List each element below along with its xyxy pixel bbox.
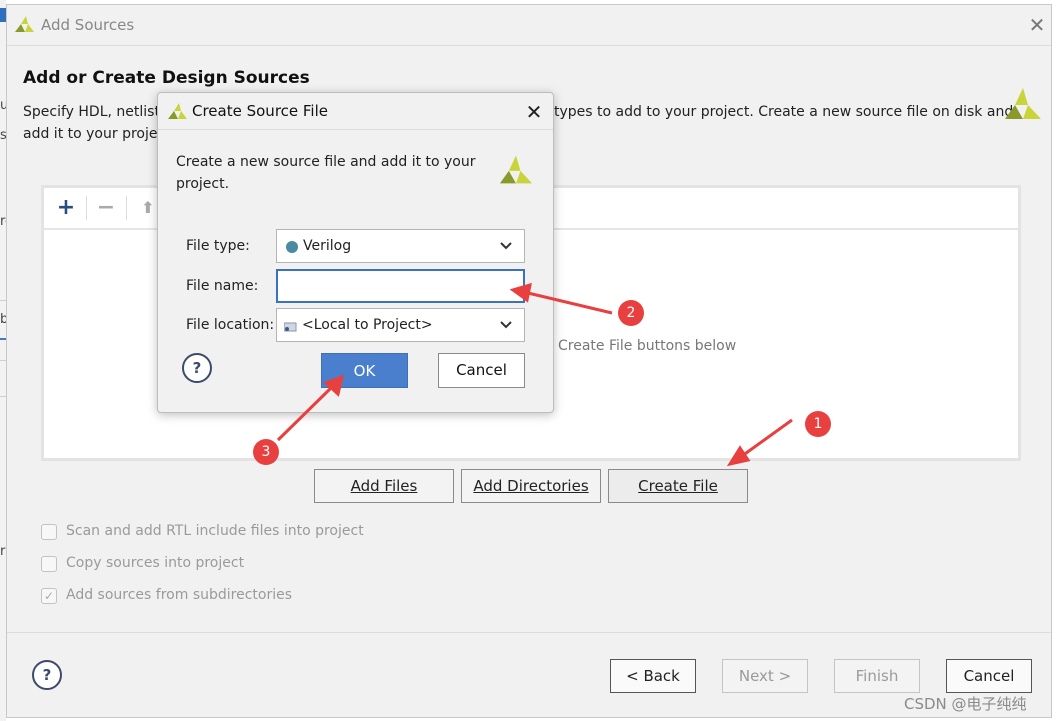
checkbox-label: Scan and add RTL include files into proj… — [66, 523, 364, 539]
finish-button-label: Finish — [855, 667, 899, 685]
toolbar-divider — [86, 196, 87, 220]
vivado-logo-icon — [499, 155, 533, 184]
window-title: Add Sources — [41, 16, 135, 34]
annotation-badge: 3 — [253, 439, 279, 465]
chevron-down-icon — [500, 242, 512, 250]
next-button[interactable]: Next > — [722, 659, 808, 693]
back-button-label: < Back — [626, 667, 680, 685]
verilog-type-icon — [286, 241, 298, 253]
title-bar: Add Sources ✕ — [7, 5, 1051, 45]
toolbar-divider — [126, 196, 127, 220]
file-name-input[interactable] — [276, 269, 525, 303]
cancel-button-label: Cancel — [963, 667, 1015, 685]
watermark: CSDN @电子纯纯 — [904, 695, 1027, 713]
cancel-button[interactable]: Cancel — [946, 659, 1032, 693]
dialog-description: Create a new source file and add it to y… — [176, 154, 476, 192]
dialog-cancel-button[interactable]: Cancel — [438, 353, 525, 388]
dialog-help-icon[interactable]: ? — [182, 353, 212, 383]
vivado-logo-icon — [168, 103, 187, 119]
folder-icon — [284, 322, 297, 332]
remove-icon[interactable]: − — [92, 194, 120, 222]
empty-list-hint: Create File buttons below — [558, 338, 737, 354]
description-text: types to add to your project. Create a n… — [554, 104, 1014, 120]
add-files-label: Add Files — [350, 477, 418, 495]
chevron-down-icon — [500, 321, 512, 329]
back-button[interactable]: < Back — [610, 659, 696, 693]
create-source-file-dialog: Create Source File ✕ Create a new source… — [157, 92, 554, 413]
file-name-label: File name: — [186, 278, 259, 294]
create-file-label: Create File — [638, 477, 718, 495]
add-directories-label: Add Directories — [473, 477, 589, 495]
page-heading: Add or Create Design Sources — [23, 68, 310, 88]
description-text: add it to your project. — [23, 126, 176, 142]
file-location-value: <Local to Project> — [302, 317, 433, 333]
next-button-label: Next > — [738, 667, 792, 685]
checkbox-label: Copy sources into project — [66, 555, 245, 571]
footer-divider — [7, 632, 1051, 633]
checkbox-label: Add sources from subdirectories — [66, 587, 293, 603]
finish-button[interactable]: Finish — [834, 659, 920, 693]
vivado-logo-icon — [15, 16, 34, 32]
file-location-label: File location: — [186, 317, 275, 333]
dialog-title: Create Source File — [192, 102, 328, 120]
add-icon[interactable]: + — [52, 194, 80, 222]
add-directories-button[interactable]: Add Directories — [461, 469, 601, 503]
window-close-icon[interactable]: ✕ — [1023, 11, 1051, 39]
file-type-label: File type: — [186, 238, 250, 254]
file-type-select[interactable]: Verilog — [276, 229, 525, 263]
ok-button[interactable]: OK — [321, 353, 408, 388]
add-files-button[interactable]: Add Files — [314, 469, 454, 503]
file-type-value: Verilog — [303, 238, 352, 254]
dialog-close-icon[interactable]: ✕ — [520, 98, 548, 126]
create-file-button[interactable]: Create File — [608, 469, 748, 503]
annotation-badge: 2 — [618, 300, 644, 326]
copy-sources-checkbox[interactable] — [41, 556, 57, 572]
vivado-logo-icon — [1005, 88, 1041, 119]
annotation-badge: 1 — [805, 411, 831, 437]
header-divider — [7, 45, 1051, 46]
help-icon[interactable]: ? — [32, 660, 62, 690]
scan-rtl-include-checkbox[interactable] — [41, 524, 57, 540]
description-text: Specify HDL, netlist, — [23, 104, 165, 120]
add-subdirectories-checkbox[interactable]: ✓ — [41, 588, 57, 604]
file-location-select[interactable]: <Local to Project> — [276, 308, 525, 342]
dialog-header-divider — [158, 129, 553, 130]
